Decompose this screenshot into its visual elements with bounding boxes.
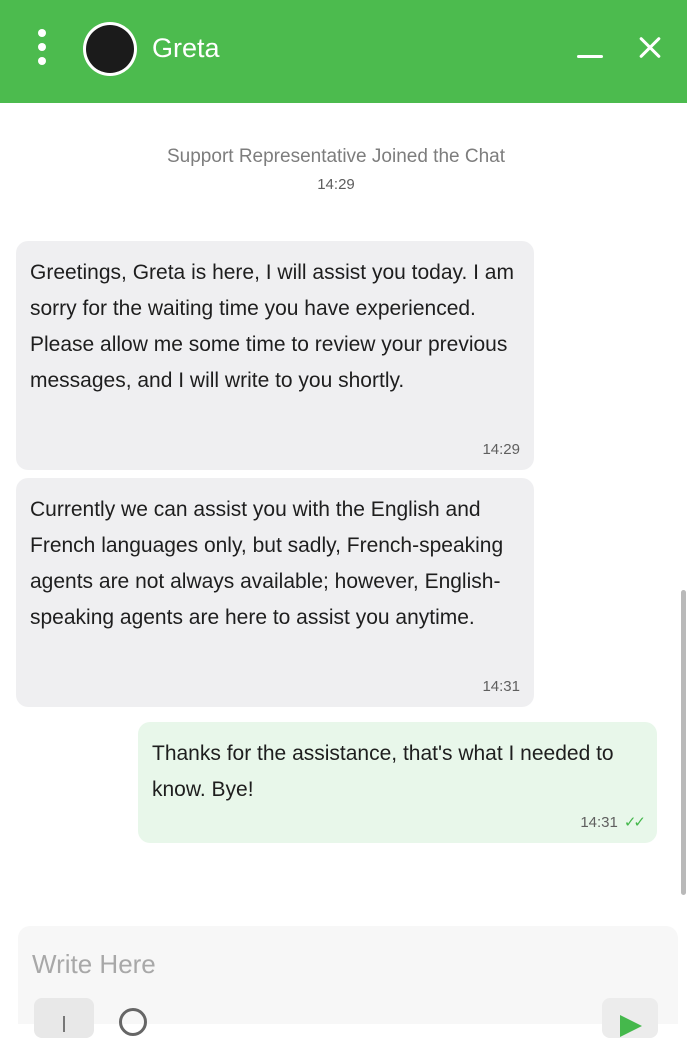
attach-icon[interactable] xyxy=(34,998,94,1038)
menu-dots-icon[interactable] xyxy=(34,29,50,71)
message-text: Greetings, Greta is here, I will assist … xyxy=(30,261,514,392)
user-message: Thanks for the assistance, that's what I… xyxy=(138,722,657,843)
message-time: 14:29 xyxy=(482,441,520,458)
agent-message: Currently we can assist you with the Eng… xyxy=(16,478,534,707)
close-icon[interactable] xyxy=(634,32,666,64)
agent-message: Greetings, Greta is here, I will assist … xyxy=(16,241,534,470)
message-text: Currently we can assist you with the Eng… xyxy=(30,498,504,629)
message-input[interactable] xyxy=(32,944,612,984)
message-text: Thanks for the assistance, that's what I… xyxy=(152,742,614,801)
message-time: 14:31 xyxy=(482,678,520,695)
system-message-text: Support Representative Joined the Chat xyxy=(167,146,505,167)
message-time-text: 14:31 xyxy=(580,814,618,831)
chat-header: Greta xyxy=(0,0,687,103)
send-icon[interactable] xyxy=(602,998,658,1038)
minimize-icon[interactable] xyxy=(575,36,605,66)
avatar xyxy=(83,22,137,76)
agent-name: Greta xyxy=(152,33,220,63)
message-time: 14:31 ✓✓ xyxy=(580,813,646,831)
system-message: Support Representative Joined the Chat 1… xyxy=(0,146,672,193)
emoji-icon[interactable] xyxy=(119,1008,147,1036)
scrollbar[interactable] xyxy=(681,590,686,895)
composer xyxy=(18,926,678,1038)
read-check-icon: ✓✓ xyxy=(623,814,646,831)
system-message-time: 14:29 xyxy=(317,176,355,193)
